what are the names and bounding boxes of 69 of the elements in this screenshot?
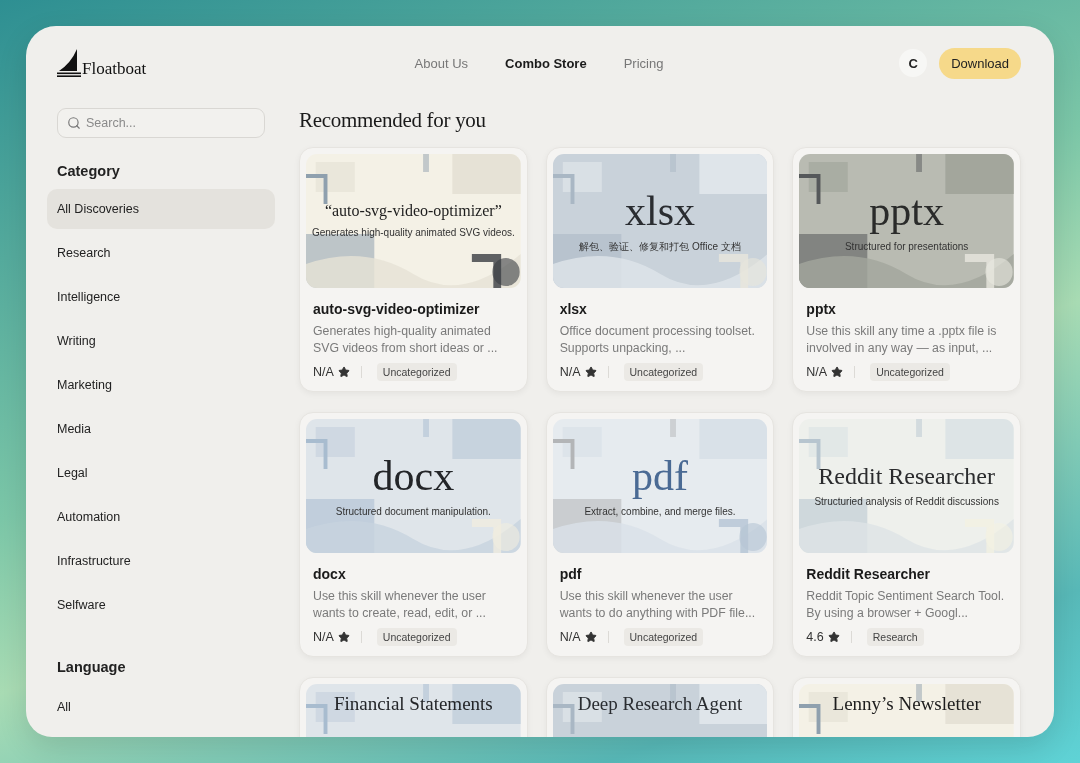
category-tag: Uncategorized bbox=[623, 628, 704, 646]
cover-title: “auto-svg-video-optimizer” bbox=[324, 203, 502, 220]
sidebar-item[interactable]: All Discoveries bbox=[47, 189, 275, 229]
card-description: Office document processing toolset. Supports unpacking, ... bbox=[559, 323, 756, 357]
skill-card[interactable]: Financial Statements bbox=[299, 677, 528, 737]
sidebar-item[interactable]: Marketing bbox=[47, 365, 275, 405]
cover-title: xlsx bbox=[625, 189, 695, 234]
rating-value: N/A bbox=[559, 630, 581, 644]
cover-title: pptx bbox=[869, 189, 944, 234]
cover-subtitle: Extract, combine, and merge files. bbox=[584, 504, 736, 518]
category-tag: Uncategorized bbox=[623, 363, 704, 381]
page-heading: Recommended for you bbox=[299, 108, 487, 133]
search-field[interactable]: Search... bbox=[57, 108, 265, 138]
section-heading: Language bbox=[56, 659, 127, 675]
card-title: docx bbox=[313, 566, 347, 582]
cover-title: Lenny’s Newsletter bbox=[832, 694, 981, 714]
cover-title: docx bbox=[372, 454, 455, 499]
nav-link[interactable]: Combo Store bbox=[505, 55, 587, 71]
cover-title: Financial Statements bbox=[333, 694, 493, 714]
cover-title: pdf bbox=[632, 454, 688, 499]
rating-value: N/A bbox=[313, 630, 334, 644]
skill-card[interactable]: Lenny’s Newsletter bbox=[792, 677, 1021, 737]
sidebar-item[interactable]: Automation bbox=[47, 497, 275, 537]
cover-subtitle: Structuried analysis of Reddit discussions bbox=[814, 495, 999, 509]
card-title: pptx bbox=[806, 301, 837, 317]
card-title: pdf bbox=[559, 566, 583, 582]
cover-subtitle: Structured document manipulation. bbox=[335, 504, 491, 518]
skill-card[interactable]: Reddit Researcher Structuried analysis of Reddit discussions Reddit Researcher Reddit Topic Sentiment Search Tool. By using a browser + Googl... 4.6 Research bbox=[792, 412, 1021, 657]
sidebar-item[interactable]: Research bbox=[47, 233, 275, 273]
category-tag: Uncategorized bbox=[376, 628, 457, 646]
sidebar-item[interactable]: All bbox=[47, 687, 275, 727]
category-tag: Uncategorized bbox=[376, 363, 457, 381]
rating-value: N/A bbox=[313, 365, 334, 379]
card-title: auto-svg-video-optimizer bbox=[313, 301, 481, 317]
sidebar-item[interactable]: Legal bbox=[47, 453, 275, 493]
card-title: Reddit Researcher bbox=[806, 566, 932, 582]
sidebar-item[interactable]: Infrastructure bbox=[47, 541, 275, 581]
rating-value: 4.6 bbox=[806, 630, 824, 644]
nav-link[interactable]: Pricing bbox=[623, 55, 664, 71]
cover-subtitle: 解包、验证、修复和打包 Office 文档 bbox=[579, 239, 741, 253]
category-tag: Uncategorized bbox=[870, 363, 950, 381]
rating-value: N/A bbox=[806, 365, 828, 379]
section-heading: Category bbox=[56, 163, 121, 179]
cover-title: Deep Research Agent bbox=[577, 694, 743, 714]
sidebar-item[interactable]: Intelligence bbox=[47, 277, 275, 317]
download-button[interactable]: Download bbox=[939, 47, 1021, 79]
skill-card[interactable]: pptx Structured for presentations pptx Use this skill any time a .pptx file is involved in any way — as input, ... N/A Uncategorized bbox=[792, 147, 1021, 392]
skill-card[interactable]: docx Structured document manipulation. docx Use this skill whenever the user wants to create, read, edit, or ... N/A Uncategorized bbox=[299, 412, 528, 657]
sidebar-item[interactable]: Selfware bbox=[47, 585, 275, 625]
rating-value: N/A bbox=[559, 365, 581, 379]
card-description: Reddit Topic Sentiment Search Tool. By using a browser + Googl... bbox=[806, 588, 1006, 622]
skill-card[interactable]: “auto-svg-video-optimizer” Generates high-quality animated SVG videos. auto-svg-video-optimizer Generates high-quality animated SVG videos from short ideas or ... N/A Uncategorized bbox=[299, 147, 528, 392]
user-avatar[interactable]: C bbox=[899, 49, 928, 77]
sidebar-item[interactable]: Writing bbox=[47, 321, 275, 361]
card-description: Use this skill whenever the user wants to create, read, edit, or ... bbox=[313, 588, 487, 622]
sidebar-item[interactable]: Media bbox=[47, 409, 275, 449]
card-description: Use this skill any time a .pptx file is involved in any way — as input, ... bbox=[806, 323, 998, 357]
card-description: Use this skill whenever the user wants to do anything with PDF file... bbox=[559, 588, 757, 622]
cover-title: Reddit Researcher bbox=[818, 463, 995, 490]
category-tag: Research bbox=[866, 628, 924, 646]
brand-name: Floatboat bbox=[82, 60, 147, 77]
skill-card[interactable]: pdf Extract, combine, and merge files. pdf Use this skill whenever the user wants to do anything with PDF file... N/A Uncategorized bbox=[545, 412, 775, 657]
cover-subtitle: Generates high-quality animated SVG videos. bbox=[311, 225, 515, 239]
nav-link[interactable]: About Us bbox=[414, 55, 469, 71]
skill-card[interactable]: Deep Research Agent bbox=[545, 677, 775, 737]
cover-subtitle: Structured for presentations bbox=[844, 239, 969, 253]
card-title: xlsx bbox=[559, 301, 588, 317]
card-description: Generates high-quality animated SVG videos from short ideas or ... bbox=[313, 323, 499, 357]
skill-card[interactable]: xlsx 解包、验证、修复和打包 Office 文档 xlsx Office document processing toolset. Supports unpacking, ... N/A Uncategorized bbox=[545, 147, 775, 392]
